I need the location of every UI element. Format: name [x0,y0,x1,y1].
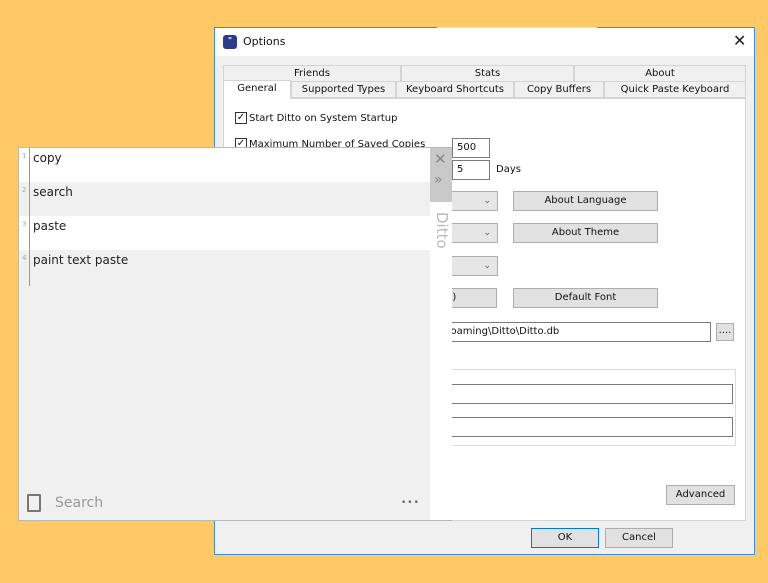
close-icon[interactable]: ✕ [733,31,746,50]
strip-controls: ✕ » [430,148,452,202]
clip-item[interactable]: 4 paint text paste [19,250,430,284]
start-on-startup-label: Start Ditto on System Startup [249,112,398,124]
tab-copy-buffers[interactable]: Copy Buffers [514,81,604,98]
search-icon [27,494,41,512]
item-number: 2 [22,186,27,194]
dialog-title: Options [243,35,286,48]
clip-item[interactable]: 2 search [19,182,430,216]
tab-general[interactable]: General [223,80,291,99]
tab-quick-paste-keyboard[interactable]: Quick Paste Keyboard [604,81,746,98]
clip-text: copy [33,151,62,165]
ok-button[interactable]: OK [531,528,599,548]
search-input[interactable]: Search [55,495,103,511]
about-theme-button[interactable]: About Theme [513,223,658,243]
tab-keyboard-shortcuts[interactable]: Keyboard Shortcuts [396,81,514,98]
tab-supported-types[interactable]: Supported Types [291,81,396,98]
max-copies-input[interactable]: 500 [452,138,490,158]
clip-item[interactable]: 3 paste [19,216,430,250]
side-strip: ✕ » Ditto [430,148,452,520]
ditto-app-icon: " [223,35,237,49]
clip-text: search [33,185,73,199]
days-label: Days [496,164,521,175]
start-on-startup-checkbox[interactable]: ✓ Start Ditto on System Startup [235,112,397,124]
clip-text: paste [33,219,67,233]
text-input[interactable] [415,384,733,404]
checkbox-icon: ✓ [235,112,247,124]
more-options-icon[interactable]: ••• [401,498,420,508]
item-number: 1 [22,152,27,160]
days-input[interactable]: 5 [452,160,490,180]
tab-stats[interactable]: Stats [401,65,574,82]
ditto-side-label: Ditto [433,212,451,249]
database-path-input[interactable]: Roaming\Ditto\Ditto.db [415,322,711,342]
close-icon[interactable]: ✕ [434,150,447,168]
item-number: 4 [22,254,27,262]
title-bar: " Options ✕ [215,28,754,56]
clip-text: paint text paste [33,253,129,267]
clip-item[interactable]: 1 copy [19,148,430,182]
advanced-button[interactable]: Advanced [666,485,735,505]
cancel-button[interactable]: Cancel [605,528,673,548]
item-number: 3 [22,220,27,228]
default-font-button[interactable]: Default Font [513,288,658,308]
about-language-button[interactable]: About Language [513,191,658,211]
browse-button[interactable]: .... [716,323,734,341]
ditto-clip-window: 1 copy 2 search 3 paste 4 paint text paste ✕… [18,147,452,521]
tab-about[interactable]: About [574,65,746,82]
expand-icon[interactable]: » [434,172,443,188]
gutter-line [29,148,30,286]
text-input[interactable] [415,417,733,437]
